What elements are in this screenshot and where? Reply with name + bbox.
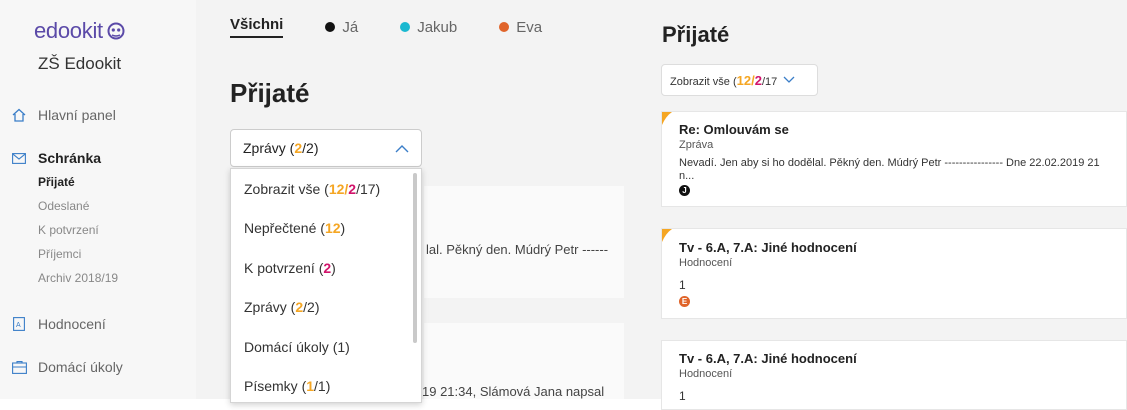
school-name: ZŠ Edookit (38, 54, 122, 73)
sidebar-item-k-potvrzeni[interactable]: K potvrzení (38, 223, 99, 237)
tab-ja[interactable]: Já (325, 16, 358, 38)
homework-icon (8, 359, 30, 375)
svg-text:A: A (16, 322, 21, 329)
nav-schranka[interactable]: Schránka (8, 150, 101, 166)
dropdown-scrollbar[interactable] (413, 173, 417, 343)
tab-jakub[interactable]: Jakub (400, 16, 457, 38)
page-title: Přijaté (230, 78, 310, 108)
unread-flag-icon (662, 229, 672, 242)
sidebar-item-prijate[interactable]: Přijaté (38, 175, 75, 189)
tab-label: Všichni (230, 16, 284, 33)
message-snippet: 19 21:34, Slámová Jana napsal (422, 384, 605, 399)
dropdown-option-neprectene[interactable]: Nepřečtené (12) (231, 209, 421, 249)
dropdown-option-pisemky[interactable]: Písemky (1/1) (231, 367, 421, 403)
message-title: Tv - 6.A, 7.A: Jiné hodnocení (679, 351, 857, 366)
home-icon (8, 107, 30, 123)
person-badge: J (679, 185, 690, 196)
person-dot-icon (325, 22, 336, 32)
filter-dropdown: Zobrazit vše (12/2/17) Nepřečtené (12) K… (230, 168, 422, 403)
message-filter-select[interactable]: Zprávy (2/2) (230, 129, 422, 167)
dropdown-option-k-potvrzeni[interactable]: K potvrzení (2) (231, 248, 421, 288)
person-dot-icon (499, 22, 510, 32)
message-type: Zpráva (679, 139, 714, 151)
sidebar: edookit ZŠ Edookit Hlavní panel Schránka… (0, 0, 196, 399)
message-type: Hodnocení (679, 257, 733, 269)
message-title: Tv - 6.A, 7.A: Jiné hodnocení (679, 240, 857, 255)
grade-value: 1 (679, 389, 686, 403)
tab-vsichni[interactable]: Všichni (230, 16, 284, 38)
mobile-preview-panel: Přijaté Zobrazit vše (12/2/17 Re: Omlouv… (624, 0, 1127, 410)
tab-label: Já (342, 18, 359, 36)
page-title: Přijaté (662, 22, 730, 47)
logo[interactable]: edookit (34, 18, 125, 46)
select-value: Zprávy (2/2) (243, 140, 319, 156)
envelope-icon (8, 150, 30, 166)
nav-hodnoceni[interactable]: A Hodnocení (8, 316, 106, 332)
grade-icon: A (8, 316, 30, 332)
person-badge: E (679, 296, 690, 307)
filter-tabs: Všichni Já Jakub Eva (230, 16, 584, 38)
sidebar-item-prijemci[interactable]: Příjemci (38, 247, 81, 261)
nav-label: Schránka (38, 150, 102, 166)
sidebar-item-odeslane[interactable]: Odeslané (38, 199, 89, 213)
tab-label: Eva (516, 18, 543, 36)
message-card[interactable]: Tv - 6.A, 7.A: Jiné hodnocení Hodnocení … (661, 228, 1127, 319)
message-filter-select[interactable]: Zobrazit vše (12/2/17 (661, 64, 818, 96)
message-type: Hodnocení (679, 368, 733, 380)
person-dot-icon (400, 22, 411, 32)
tab-label: Jakub (417, 18, 458, 36)
message-snippet: lal. Pěkný den. Múdrý Petr ------ (426, 242, 609, 257)
grade-value: 1 (679, 278, 686, 292)
nav-domaci-ukoly[interactable]: Domácí úkoly (8, 359, 123, 375)
chevron-down-icon (783, 74, 795, 86)
dropdown-option-zobrazit-vse[interactable]: Zobrazit vše (12/2/17) (231, 169, 421, 209)
nav-label: Domácí úkoly (38, 359, 123, 375)
dropdown-option-domaci-ukoly[interactable]: Domácí úkoly (1) (231, 327, 421, 367)
owl-icon (107, 20, 125, 46)
tab-eva[interactable]: Eva (499, 16, 542, 38)
message-title: Re: Omlouvám se (679, 122, 789, 137)
unread-flag-icon (662, 112, 672, 125)
select-value: Zobrazit vše (12/2/17 (670, 72, 778, 88)
dropdown-option-zpravy[interactable]: Zprávy (2/2) (231, 288, 421, 328)
chevron-up-icon (395, 140, 409, 156)
message-preview-more: n... (679, 170, 695, 182)
message-card[interactable]: Re: Omlouvám se Zpráva Nevadí. Jen aby s… (661, 111, 1127, 207)
nav-label: Hodnocení (38, 316, 106, 332)
message-preview: Nevadí. Jen aby si ho dodělal. Pěkný den… (679, 157, 1100, 169)
logo-text: edookit (34, 18, 103, 43)
sidebar-item-archiv[interactable]: Archiv 2018/19 (38, 271, 118, 285)
nav-label: Hlavní panel (38, 107, 116, 123)
nav-hlavni-panel[interactable]: Hlavní panel (8, 107, 116, 123)
message-card[interactable]: Tv - 6.A, 7.A: Jiné hodnocení Hodnocení … (661, 340, 1127, 410)
